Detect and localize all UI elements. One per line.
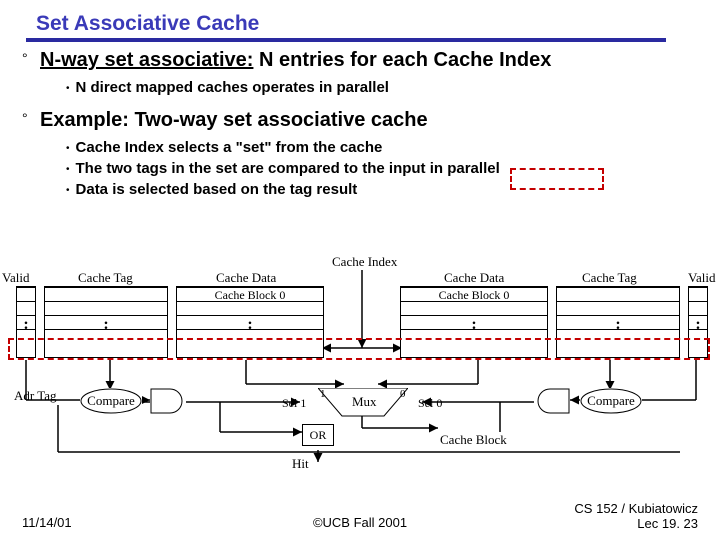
label-cache-data-right: Cache Data [444,270,504,286]
degree-icon: ° [22,110,36,126]
dashed-highlight-row [8,338,710,360]
compare-left: Compare [80,388,142,414]
label-cache-block0-right: Cache Block 0 [401,287,547,301]
bullet-2: ° Example: Two-way set associative cache [22,108,698,133]
label-cache-block: Cache Block [440,432,507,448]
bullet-2-text: Example: Two-way set associative cache [40,108,428,133]
bullet-dot-icon: • [66,185,70,196]
vdots: : [689,315,707,329]
label-cache-index: Cache Index [332,254,397,270]
label-valid-left: Valid [2,270,29,286]
label-zero: 0 [400,388,406,400]
vdots: : [45,315,167,329]
footer-line1: CS 152 / Kubiatowicz [574,501,698,516]
compare-left-label: Compare [80,388,142,414]
bullet-dot-icon: • [66,143,70,154]
sub-bullet-2-text: Cache Index selects a "set" from the cac… [76,139,383,156]
sub-bullet-4-text: Data is selected based on the tag result [76,181,358,198]
label-cache-block0-left: Cache Block 0 [177,287,323,301]
dashed-highlight-text [510,168,604,190]
label-cache-data-left: Cache Data [216,270,276,286]
slide-title: Set Associative Cache [22,12,698,38]
and-gate-right [534,388,570,414]
sub-bullet-1-text: N direct mapped caches operates in paral… [76,79,389,96]
label-sel1: Sel 1 [282,396,306,411]
label-adr-tag: Adr Tag [14,388,57,404]
mux: Mux [318,388,408,416]
footer-course: CS 152 / Kubiatowicz Lec 19. 23 [574,501,698,532]
cache-diagram: Cache Index Valid Cache Tag Cache Data C… [0,260,720,490]
label-one: 1 [320,388,326,400]
label-valid-right: Valid [688,270,715,286]
vdots: : [177,315,323,329]
vdots: : [557,315,679,329]
label-cache-tag-right: Cache Tag [582,270,637,286]
label-cache-tag-left: Cache Tag [78,270,133,286]
sub-bullet-1: • N direct mapped caches operates in par… [66,79,698,96]
bullet-1: ° N-way set associative: N entries for e… [22,48,698,73]
bullet-dot-icon: • [66,164,70,175]
bullet-1-rest: N entries for each Cache Index [253,49,551,71]
and-gate-left [150,388,186,414]
vdots: : [401,315,547,329]
bullet-dot-icon: • [66,83,70,94]
bullet-1-text: N-way set associative: N entries for eac… [40,48,551,73]
sub-bullet-2: • Cache Index selects a "set" from the c… [66,139,698,156]
vdots: : [17,315,35,329]
compare-right-label: Compare [580,388,642,414]
mux-label: Mux [352,394,377,410]
footer-line2: Lec 19. 23 [637,516,698,531]
label-sel0: Sel 0 [418,396,442,411]
label-hit: Hit [292,456,309,472]
compare-right: Compare [580,388,642,414]
sub-bullet-3-text: The two tags in the set are compared to … [76,160,500,177]
degree-icon: ° [22,50,36,66]
bullet-1-underline: N-way set associative: [40,49,253,71]
title-underline [26,38,666,42]
or-gate: OR [302,424,334,446]
